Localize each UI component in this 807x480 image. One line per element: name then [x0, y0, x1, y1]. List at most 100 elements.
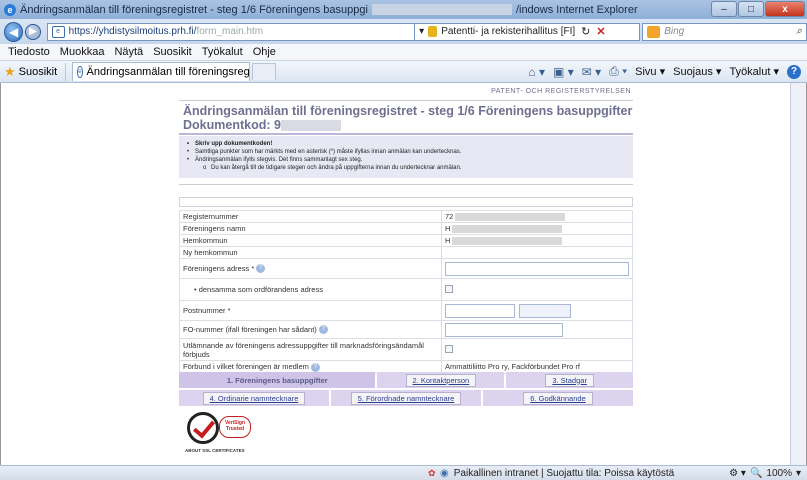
postal-code-input[interactable] [445, 303, 515, 318]
value-fo-nummer [441, 320, 633, 340]
redacted-title [371, 4, 512, 15]
help-info-icon[interactable]: ? [256, 264, 266, 274]
title-underline [179, 133, 633, 135]
url-path: form_main.htm [196, 26, 264, 37]
close-button[interactable]: x [765, 1, 805, 17]
postal-area-field[interactable] [519, 303, 571, 318]
menu-help[interactable]: Ohje [253, 46, 276, 58]
star-icon: ★ [4, 63, 16, 79]
vertical-scrollbar[interactable] [790, 83, 806, 465]
agency-name: PATENT- OCH REGISTERSTYRELSEN [491, 88, 631, 95]
empty-row [179, 197, 633, 207]
help-info-icon[interactable]: ? [310, 362, 320, 372]
status-bar: ✿ ◉ Paikallinen intranet | Suojattu tila… [0, 465, 807, 480]
search-input[interactable]: Bing ⌕ [642, 22, 807, 41]
step-6-tab[interactable]: 6. Godkännande [483, 390, 633, 406]
info-subitem: Du kan återgå till de tidigare stegen oc… [187, 164, 625, 172]
bing-icon [647, 25, 661, 38]
security-report[interactable]: ▾ Patentti- ja rekisterihallitus [FI] ↻ … [415, 22, 641, 41]
favorites-label: Suosikit [18, 65, 58, 78]
info-item: Ändringsanmälan ifylls stegvis. Det finn… [187, 156, 625, 164]
back-button[interactable]: ◀ [4, 21, 24, 42]
table-row: Utlämnande av föreningens adressuppgifte… [179, 338, 633, 362]
table-row: Postnummer * [179, 300, 633, 322]
menu-view[interactable]: Näytä [114, 46, 143, 58]
help-info-icon[interactable]: ? [318, 325, 328, 335]
ie-logo-icon: e [4, 3, 16, 16]
window-controls: – □ x [711, 1, 805, 17]
basic-info-table: Registernummer 72 Föreningens namn H Hem… [179, 209, 633, 374]
label-postnummer: Postnummer * [179, 300, 442, 322]
print-icon[interactable]: ⎙ ▾ [609, 64, 627, 79]
tools-menu[interactable]: Työkalut ▾ [729, 65, 779, 78]
label-fo-nummer: FO-nummer (ifall föreningen har sådant)? [179, 320, 442, 340]
redacted-value [455, 213, 566, 222]
marketing-ban-checkbox[interactable] [445, 344, 453, 353]
zoom-level: 100% [766, 467, 792, 479]
page-title-text: Ändringsanmälan till föreningsregistret … [183, 104, 633, 118]
window-titlebar: e Ändringsanmälan till föreningsregistre… [0, 0, 807, 19]
divider [179, 100, 633, 101]
same-address-checkbox[interactable] [445, 284, 453, 293]
step-4-tab[interactable]: 4. Ordinarie namntecknare [179, 390, 329, 406]
favorites-button[interactable]: ★ Suosikit [4, 62, 67, 81]
security-label: Patentti- ja rekisterihallitus [FI] [441, 26, 576, 37]
page-menu[interactable]: Sivu ▾ [635, 65, 665, 78]
address-input[interactable] [445, 261, 629, 276]
value-registernummer: 72 [441, 209, 633, 224]
value-ny-hemkommun [441, 246, 633, 260]
step-3-tab[interactable]: 3. Stadgar [506, 372, 634, 388]
page-title: Ändringsanmälan till föreningsregistret … [179, 104, 633, 132]
business-id-input[interactable] [445, 322, 563, 337]
step-5-tab[interactable]: 5. Förordnade namntecknare [331, 390, 481, 406]
label-utlamnande: Utlämnande av föreningens adressuppgifte… [179, 338, 442, 362]
maximize-button[interactable]: □ [738, 1, 764, 17]
table-row: Föreningens adress *? [179, 258, 633, 280]
verisign-check-icon [187, 412, 219, 444]
label-adress: Föreningens adress *? [179, 258, 442, 280]
tab-title: Ändringsanmälan till föreningsregistr... [86, 66, 250, 78]
step-1-tab[interactable]: 1. Föreningens basuppgifter [179, 372, 376, 388]
new-tab-button[interactable] [252, 63, 277, 80]
dropdown-arrow-icon: ▾ [419, 26, 425, 37]
security-zone[interactable]: ◉ Paikallinen intranet | Suojattu tila: … [440, 468, 674, 479]
help-icon[interactable]: ? [787, 64, 801, 79]
redacted-value [452, 225, 563, 234]
site-icon: e [51, 25, 65, 38]
menu-favorites[interactable]: Suosikit [153, 46, 192, 58]
about-ssl-link[interactable]: ABOUT SSL CERTIFICATES [185, 448, 245, 453]
forward-button[interactable]: ▶ [25, 23, 41, 40]
home-icon[interactable]: ⌂ ▾ [528, 65, 545, 79]
safety-menu[interactable]: Suojaus ▾ [673, 65, 721, 78]
verisign-seal[interactable]: VeriSign Trusted ABOUT SSL CERTIFICATES [183, 410, 257, 454]
step-navigation: 1. Föreningens basuppgifter 2. Kontaktpe… [179, 372, 634, 408]
page-content: PATENT- OCH REGISTERSTYRELSEN Ändringsan… [0, 83, 807, 465]
divider [179, 184, 633, 185]
step-2-tab[interactable]: 2. Kontaktperson [377, 372, 505, 388]
label-ny-hemkommun: Ny hemkommun [179, 246, 442, 260]
label-densamma: • densamma som ordförandens adress [179, 278, 442, 302]
table-row: Hemkommun H [179, 234, 633, 248]
minimize-button[interactable]: – [711, 1, 737, 17]
feeds-icon[interactable]: ▣ ▾ [553, 65, 574, 79]
redacted-value [452, 237, 563, 246]
search-placeholder: Bing [664, 26, 685, 37]
menu-file[interactable]: Tiedosto [8, 46, 50, 58]
menu-edit[interactable]: Muokkaa [60, 46, 105, 58]
intranet-icon: ◉ [440, 467, 449, 479]
zoom-icon: 🔍 [749, 467, 763, 479]
stop-icon[interactable]: ✕ [596, 25, 605, 38]
menu-bar: Tiedosto Muokkaa Näytä Suosikit Työkalut… [0, 44, 807, 61]
table-row: • densamma som ordförandens adress [179, 278, 633, 302]
search-icon[interactable]: ⌕ [796, 25, 802, 38]
table-row: Registernummer 72 [179, 209, 633, 224]
menu-tools[interactable]: Työkalut [202, 46, 243, 58]
label-hemkommun: Hemkommun [179, 234, 442, 248]
label-registernummer: Registernummer [179, 209, 442, 224]
mail-icon[interactable]: ✉ ▾ [582, 65, 601, 79]
url-field[interactable]: e https://yhdistysilmoitus.prh.fi/ form_… [46, 22, 416, 41]
refresh-icon[interactable]: ↻ [581, 25, 590, 38]
browser-tab[interactable]: e Ändringsanmälan till föreningsregistr.… [72, 62, 251, 81]
zoom-control[interactable]: ⚙ ▾ 🔍 100% ▾ [729, 468, 801, 479]
value-namn: H [441, 222, 633, 236]
